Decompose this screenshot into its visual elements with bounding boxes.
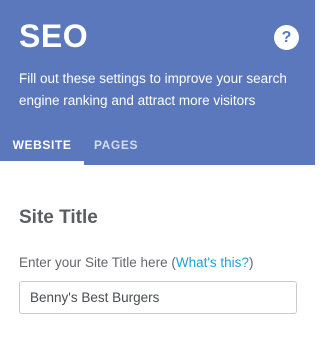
panel-title: SEO [19, 18, 89, 54]
site-title-input[interactable] [19, 281, 297, 314]
label-prefix: Enter your Site Title here ( [19, 255, 176, 270]
panel-description: Fill out these settings to improve your … [19, 71, 287, 108]
tab-website[interactable]: WEBSITE [0, 129, 84, 165]
question-mark-icon[interactable]: ? [274, 25, 299, 50]
whats-this-link[interactable]: What's this? [176, 255, 249, 270]
tab-bar: WEBSITE PAGES [0, 129, 315, 165]
site-title-heading: Site Title [19, 207, 98, 228]
tab-pages[interactable]: PAGES [84, 129, 148, 165]
label-suffix: ) [248, 255, 254, 270]
site-title-field-label: Enter your Site Title here (What's this?… [19, 255, 253, 270]
seo-panel-header: SEO ? Fill out these settings to improve… [0, 0, 315, 165]
